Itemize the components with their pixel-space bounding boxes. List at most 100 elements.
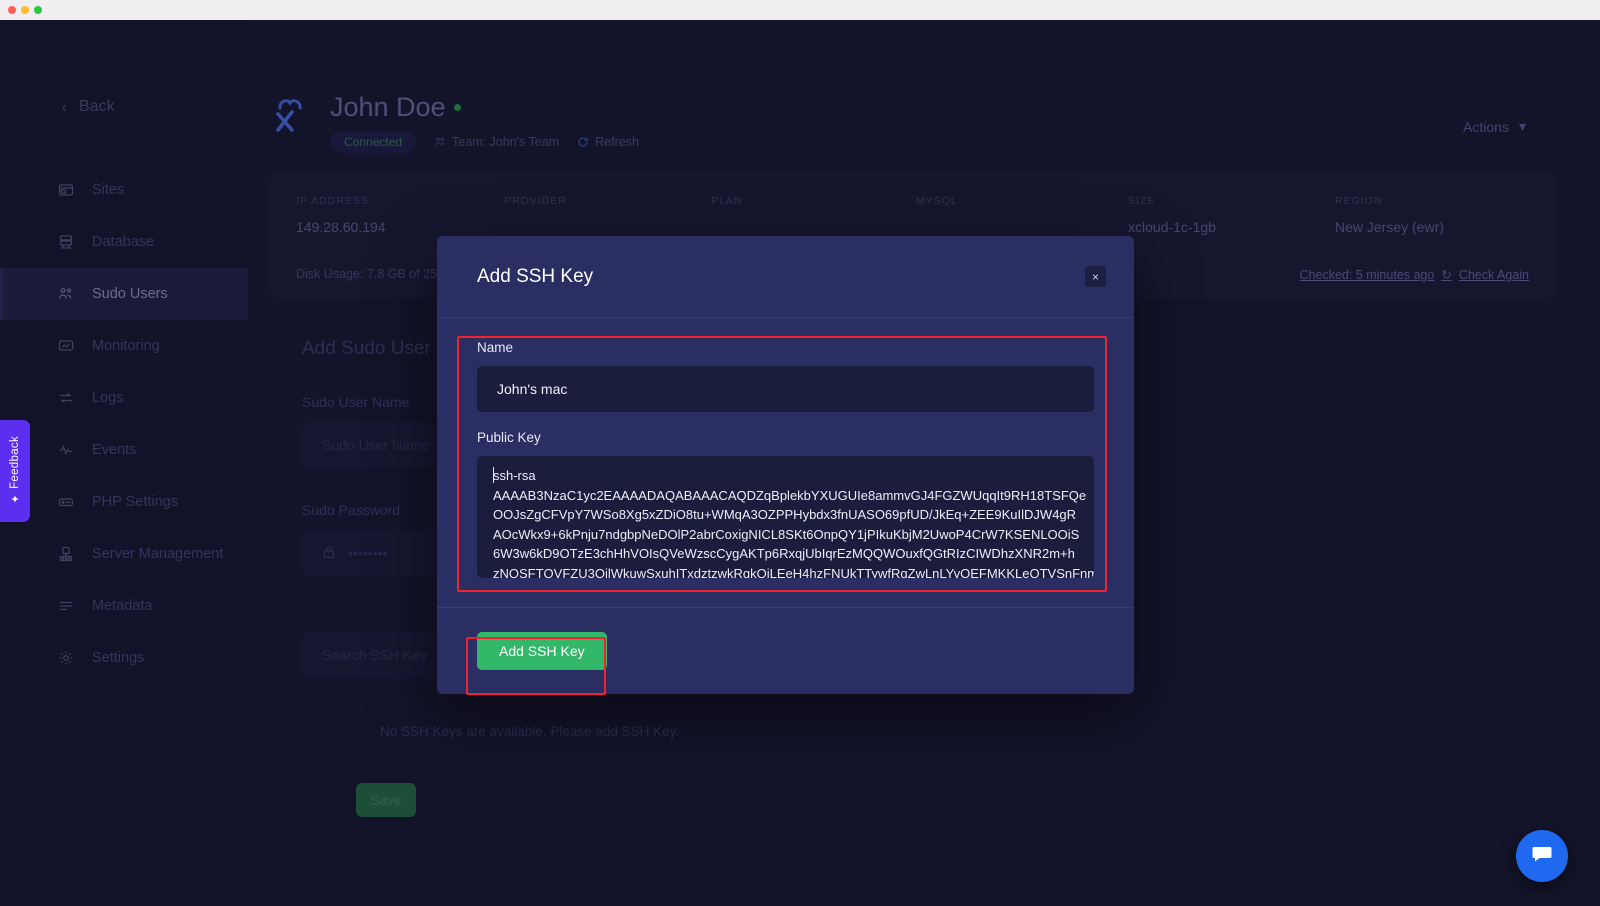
server-title-block: John Doe Connected Team: John's Team Ref… [330, 92, 639, 153]
sidebar-item-events[interactable]: Events [0, 424, 248, 476]
info-col-provider: PROVIDER [504, 195, 711, 235]
info-value: New Jersey (ewr) [1335, 219, 1444, 235]
settings-gear-icon [58, 650, 74, 666]
sites-icon [58, 182, 74, 198]
check-again-link[interactable]: Check Again [1459, 268, 1529, 282]
sudo-users-icon [58, 286, 74, 302]
save-button[interactable]: Save [356, 783, 416, 817]
actions-label: Actions [1463, 119, 1509, 135]
server-logo-icon [270, 92, 314, 136]
check-again-group[interactable]: Checked: 5 minutes ago ↻ Check Again [1300, 267, 1529, 282]
sidebar-item-label: PHP Settings [92, 494, 178, 510]
chat-bubble-icon [1530, 842, 1554, 871]
page-title: John Doe [330, 92, 639, 123]
status-dot-icon [454, 104, 461, 111]
sparkle-icon: ✦ [10, 493, 19, 506]
checked-text: Checked: 5 minutes ago [1300, 268, 1435, 282]
chevron-left-icon: ‹ [62, 99, 67, 116]
sidebar-item-label: Events [92, 442, 136, 458]
sudo-username-placeholder: Sudo User Name [322, 437, 429, 453]
disk-usage-text: Disk Usage: 7.8 GB of 25 GB [296, 267, 459, 282]
refresh-button[interactable]: Refresh [577, 135, 639, 149]
sidebar-item-label: Logs [92, 390, 123, 406]
window-minimize-button[interactable] [21, 6, 29, 14]
feedback-label: Feedback [9, 436, 21, 489]
add-ssh-key-submit-button[interactable]: Add SSH Key [477, 632, 607, 670]
ssh-key-name-input[interactable] [477, 366, 1094, 412]
window-titlebar [0, 0, 1600, 20]
public-key-field-label: Public Key [477, 430, 1094, 445]
info-label: PROVIDER [504, 195, 711, 207]
lock-icon [322, 545, 336, 562]
refresh-icon: ↻ [1441, 267, 1451, 282]
info-label: REGION [1335, 195, 1444, 207]
info-label: MYSQL [916, 195, 1128, 207]
refresh-label: Refresh [595, 135, 639, 149]
sidebar-item-label: Metadata [92, 598, 152, 614]
sidebar-item-php-settings[interactable]: PHP Settings [0, 476, 248, 528]
sidebar-item-server-management[interactable]: Server Management [0, 528, 248, 580]
public-key-textarea[interactable]: ssh-rsa AAAAB3NzaC1yc2EAAAADAQABAAACAQDZ… [477, 456, 1094, 578]
modal-title: Add SSH Key [477, 266, 593, 288]
server-management-icon [58, 546, 74, 562]
logs-icon [58, 390, 74, 406]
info-col-ip-address: IP ADDRESS 149.28.60.194 [296, 195, 504, 235]
actions-dropdown[interactable]: Actions ▾ [1463, 118, 1526, 135]
chat-fab-button[interactable] [1516, 830, 1568, 882]
sidebar-item-sites[interactable]: Sites [0, 164, 248, 216]
events-icon [58, 442, 74, 458]
team-icon [434, 136, 446, 148]
sidebar-item-label: Sites [92, 182, 124, 198]
back-button[interactable]: ‹ Back [0, 20, 248, 116]
sidebar-item-logs[interactable]: Logs [0, 372, 248, 424]
sidebar-item-label: Settings [92, 650, 144, 666]
server-name: John Doe [330, 92, 446, 123]
app-screenshot: ‹ Back Sites Database Sudo Users [0, 0, 1600, 906]
app-container: ‹ Back Sites Database Sudo Users [0, 20, 1600, 906]
info-col-mysql: MYSQL [916, 195, 1128, 235]
refresh-icon [577, 136, 589, 148]
info-label: PLAN [711, 195, 916, 207]
sidebar-item-sudo-users[interactable]: Sudo Users [0, 268, 248, 320]
text-caret [493, 467, 494, 483]
info-label: IP ADDRESS [296, 195, 504, 207]
info-label: SIZE [1128, 195, 1335, 207]
sidebar-item-label: Sudo Users [92, 286, 168, 302]
sidebar-item-label: Monitoring [92, 338, 160, 354]
search-ssh-key-placeholder: Search SSH Key [322, 647, 427, 663]
info-value: xcloud-1c-1gb [1128, 219, 1335, 235]
public-key-wrapper: ssh-rsa AAAAB3NzaC1yc2EAAAADAQABAAACAQDZ… [477, 456, 1094, 583]
add-ssh-key-modal: Add SSH Key × Name Public Key ssh-rsa AA… [437, 236, 1134, 694]
info-col-size: SIZE xcloud-1c-1gb [1128, 195, 1335, 235]
status-badge: Connected [330, 131, 416, 153]
info-col-region: REGION New Jersey (ewr) [1335, 195, 1444, 235]
team-label: Team: John's Team [452, 135, 559, 149]
sidebar-nav: Sites Database Sudo Users Monitoring Log… [0, 164, 248, 684]
sidebar-item-metadata[interactable]: Metadata [0, 580, 248, 632]
metadata-icon [58, 598, 74, 614]
modal-body: Name Public Key ssh-rsa AAAAB3NzaC1yc2EA… [437, 318, 1134, 607]
server-info-grid: IP ADDRESS 149.28.60.194 PROVIDER PLAN M… [296, 195, 1529, 235]
window-maximize-button[interactable] [34, 6, 42, 14]
back-label: Back [79, 98, 115, 116]
sidebar-item-settings[interactable]: Settings [0, 632, 248, 684]
no-ssh-keys-message: No SSH Keys are available. Please add SS… [380, 724, 862, 739]
name-field-label: Name [477, 340, 1094, 355]
server-meta-row: Connected Team: John's Team Refresh [330, 131, 639, 153]
php-settings-icon [58, 494, 74, 510]
sidebar-item-label: Server Management [92, 546, 223, 562]
chevron-down-icon: ▾ [1519, 118, 1526, 135]
window-close-button[interactable] [8, 6, 16, 14]
sidebar: ‹ Back Sites Database Sudo Users [0, 20, 248, 906]
modal-footer: Add SSH Key [437, 607, 1134, 694]
close-icon[interactable]: × [1085, 266, 1106, 287]
info-col-plan: PLAN [711, 195, 916, 235]
info-value: 149.28.60.194 [296, 219, 504, 235]
team-indicator: Team: John's Team [434, 135, 559, 149]
page-header: John Doe Connected Team: John's Team Ref… [248, 20, 1600, 153]
sidebar-item-database[interactable]: Database [0, 216, 248, 268]
modal-header: Add SSH Key × [437, 236, 1134, 318]
sidebar-item-label: Database [92, 234, 154, 250]
sidebar-item-monitoring[interactable]: Monitoring [0, 320, 248, 372]
feedback-tab[interactable]: Feedback ✦ [0, 420, 30, 522]
